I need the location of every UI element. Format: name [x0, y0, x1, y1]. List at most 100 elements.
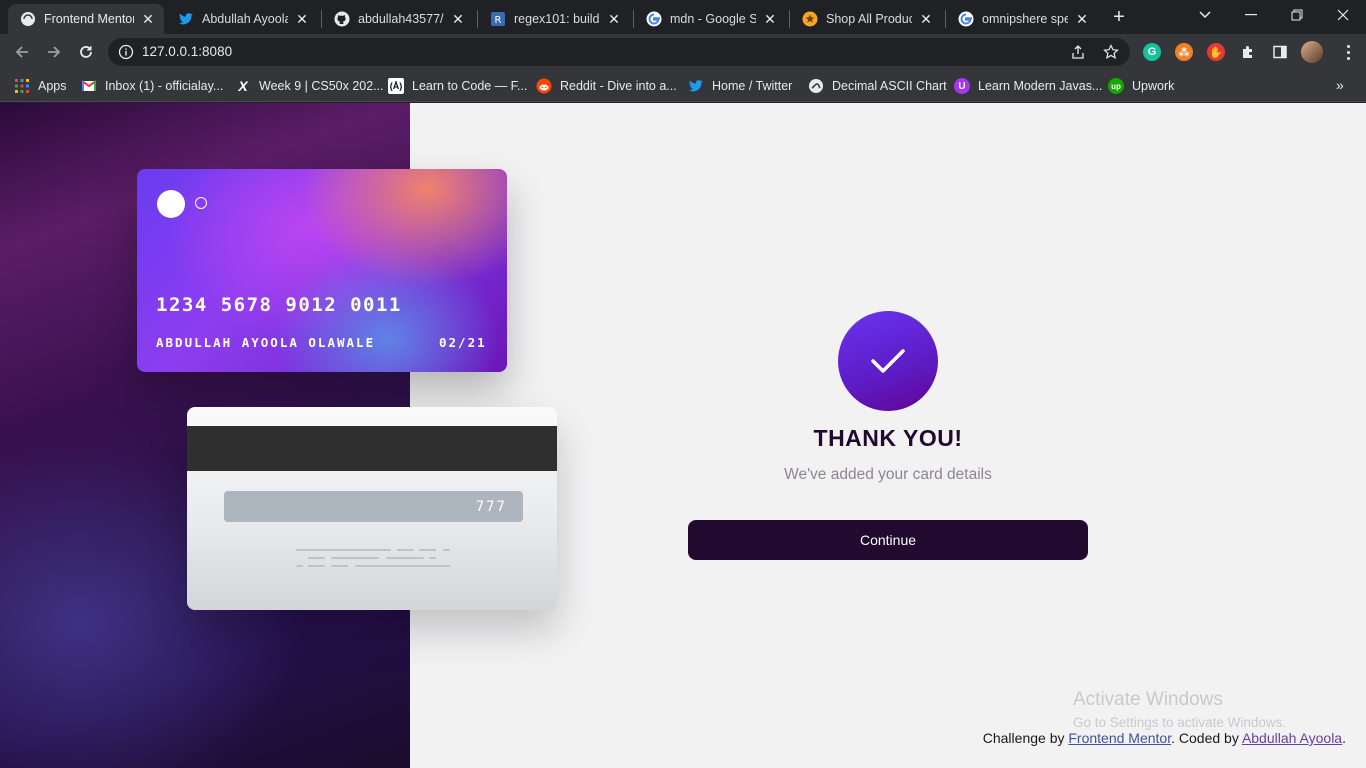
apps-icon	[14, 78, 30, 94]
reddit-icon	[536, 78, 552, 94]
tab-shop[interactable]: Shop All Product ✕	[790, 4, 942, 34]
bookmark-freecodecamp[interactable]: (Å) Learn to Code — F...	[388, 77, 527, 95]
svg-text:R: R	[495, 15, 502, 26]
new-tab-button[interactable]: +	[1108, 6, 1130, 28]
tab-strip: Frontend Mentor ✕ Abdullah Ayoola ✕ abdu…	[0, 0, 1366, 34]
more-bookmarks-icon[interactable]: »	[1336, 77, 1344, 93]
twitter-icon	[688, 78, 704, 94]
tab-search-chevron-icon[interactable]	[1182, 0, 1228, 30]
bookmark-upwork[interactable]: up Upwork	[1108, 77, 1174, 95]
tab-title: Frontend Mentor	[44, 12, 134, 26]
bookmark-cs50x[interactable]: X Week 9 | CS50x 202...	[235, 77, 384, 95]
rss-icon[interactable]: ⁂	[1175, 43, 1193, 61]
close-tab-icon[interactable]: ✕	[606, 11, 622, 27]
profile-avatar[interactable]	[1301, 41, 1323, 63]
card-expiry: 02/21	[439, 335, 487, 350]
site-info-icon[interactable]	[118, 44, 134, 60]
bookmark-gmail[interactable]: Inbox (1) - officialay...	[81, 77, 223, 95]
freecodecamp-icon: (Å)	[388, 78, 404, 94]
attribution-prefix: Challenge by	[982, 730, 1069, 746]
continue-button[interactable]: Continue	[688, 520, 1088, 560]
magnetic-stripe	[187, 426, 557, 471]
star-icon	[802, 11, 818, 27]
restore-icon[interactable]	[1274, 0, 1320, 30]
success-panel: THANK YOU! We've added your card details…	[688, 311, 1088, 560]
activate-windows-watermark: Activate Windows Go to Settings to activ…	[1073, 689, 1286, 730]
watermark-subtitle: Go to Settings to activate Windows.	[1073, 715, 1287, 730]
bookmark-label: Inbox (1) - officialay...	[105, 79, 224, 93]
minimize-icon[interactable]	[1228, 0, 1274, 30]
browser-toolbar: 127.0.0.1:8080 G ⁂ ✋	[0, 34, 1366, 70]
bookmark-label: Home / Twitter	[712, 79, 793, 93]
bookmark-ascii-chart[interactable]: Decimal ASCII Chart	[808, 77, 947, 95]
frontend-mentor-link[interactable]: Frontend Mentor	[1068, 730, 1171, 746]
side-panel-icon[interactable]	[1271, 43, 1289, 61]
address-bar[interactable]: 127.0.0.1:8080	[108, 38, 1130, 66]
reload-icon[interactable]	[74, 40, 98, 64]
globe-icon	[20, 11, 36, 27]
tab-frontend-mentor[interactable]: Frontend Mentor ✕	[8, 4, 164, 34]
tab-github[interactable]: abdullah43577/in ✕	[322, 4, 474, 34]
share-icon[interactable]	[1070, 44, 1086, 60]
card-front: 1234 5678 9012 0011 ABDULLAH AYOOLA OLAW…	[137, 169, 507, 372]
thank-you-heading: THANK YOU!	[813, 425, 963, 451]
bookmark-label: Learn to Code — F...	[412, 79, 528, 93]
twitter-icon	[178, 11, 194, 27]
close-tab-icon[interactable]: ✕	[762, 11, 778, 27]
bookmark-modern-js[interactable]: U Learn Modern Javas...	[954, 77, 1102, 95]
globe-icon	[808, 78, 824, 94]
bookmark-label: Week 9 | CS50x 202...	[259, 79, 384, 93]
x-icon: X	[238, 78, 248, 94]
attribution-middle: . Coded by	[1171, 730, 1242, 746]
u-icon: U	[954, 78, 970, 94]
forward-arrow-icon[interactable]	[42, 40, 66, 64]
gmail-icon	[81, 78, 97, 94]
author-link[interactable]: Abdullah Ayoola	[1242, 730, 1342, 746]
tab-google-mdn[interactable]: mdn - Google Se ✕	[634, 4, 786, 34]
success-message: We've added your card details	[784, 466, 992, 483]
tab-regex101[interactable]: R regex101: build, t ✕	[478, 4, 630, 34]
close-tab-icon[interactable]: ✕	[140, 11, 156, 27]
attribution: Challenge by Frontend Mentor. Coded by A…	[983, 730, 1346, 746]
checkmark-icon	[838, 311, 938, 411]
card-fine-print-lines	[296, 549, 451, 573]
attribution-suffix: .	[1342, 730, 1346, 746]
adblock-hand-icon[interactable]: ✋	[1207, 43, 1225, 61]
regex101-icon: R	[490, 11, 506, 27]
bookmark-label: Decimal ASCII Chart	[832, 79, 947, 93]
tab-title: regex101: build, t	[514, 12, 600, 26]
extensions-puzzle-icon[interactable]	[1239, 43, 1257, 61]
bookmark-label: Reddit - Dive into a...	[560, 79, 677, 93]
close-tab-icon[interactable]: ✕	[918, 11, 934, 27]
tab-twitter[interactable]: Abdullah Ayoola ✕	[166, 4, 318, 34]
tab-title: omnipshere spec	[982, 12, 1068, 26]
upwork-icon: up	[1108, 78, 1124, 94]
close-window-icon[interactable]	[1320, 0, 1366, 30]
tab-google-omnipshere[interactable]: omnipshere spec ✕	[946, 4, 1098, 34]
bookmark-twitter[interactable]: Home / Twitter	[688, 77, 792, 95]
github-icon	[334, 11, 350, 27]
tab-title: mdn - Google Se	[670, 12, 756, 26]
google-icon	[958, 11, 974, 27]
bookmark-reddit[interactable]: Reddit - Dive into a...	[536, 77, 677, 95]
card-logo-circle	[157, 190, 185, 218]
bookmarks-bar: Apps Inbox (1) - officialay... X Week 9 …	[0, 70, 1366, 102]
grammarly-icon[interactable]: G	[1143, 43, 1161, 61]
watermark-title: Activate Windows	[1073, 689, 1223, 710]
tab-title: abdullah43577/in	[358, 12, 444, 26]
bookmark-star-icon[interactable]	[1103, 44, 1119, 60]
close-tab-icon[interactable]: ✕	[450, 11, 466, 27]
close-tab-icon[interactable]: ✕	[1074, 11, 1090, 27]
browser-menu-icon[interactable]	[1338, 42, 1358, 62]
url-text[interactable]: 127.0.0.1:8080	[142, 44, 232, 59]
close-tab-icon[interactable]: ✕	[294, 11, 310, 27]
bookmark-apps[interactable]: Apps	[14, 77, 67, 95]
bookmark-label: Apps	[38, 79, 67, 93]
page-viewport: 1234 5678 9012 0011 ABDULLAH AYOOLA OLAW…	[0, 103, 1366, 768]
bookmark-label: Learn Modern Javas...	[978, 79, 1103, 93]
card-holder-name: ABDULLAH AYOOLA OLAWALE	[156, 335, 376, 350]
back-arrow-icon[interactable]	[10, 40, 34, 64]
card-back: 777	[187, 407, 557, 610]
google-icon	[646, 11, 662, 27]
card-number: 1234 5678 9012 0011	[156, 294, 402, 316]
